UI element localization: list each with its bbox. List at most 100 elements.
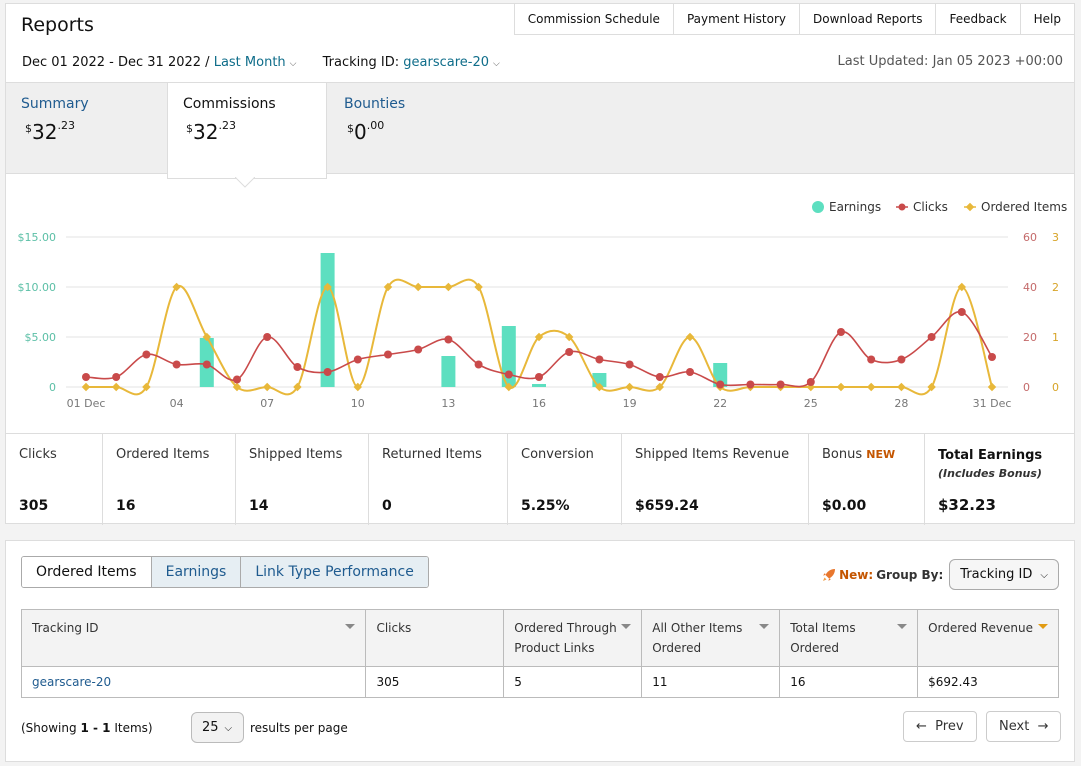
tab-commissions[interactable]: Commissions $32.23 bbox=[167, 83, 327, 179]
col-other-items[interactable]: All Other Items Ordered bbox=[641, 609, 781, 667]
legend-clicks: Clicks bbox=[913, 200, 948, 214]
payment-history-link[interactable]: Payment History bbox=[672, 4, 799, 35]
ordered-items-point bbox=[262, 382, 272, 392]
ordered-items-point bbox=[685, 332, 695, 342]
last-updated: Last Updated: Jan 05 2023 +00:00 bbox=[837, 54, 1063, 69]
ordered-items-point bbox=[81, 382, 91, 392]
y-clicks-tick: 40 bbox=[1023, 281, 1037, 294]
commission-schedule-link[interactable]: Commission Schedule bbox=[513, 4, 673, 35]
clicks-point bbox=[806, 378, 815, 386]
arrow-left-icon: ← bbox=[916, 719, 927, 734]
cell-ordered-revenue: $692.43 bbox=[917, 666, 1059, 698]
cell-ordered-through-links: 5 bbox=[503, 666, 643, 698]
clicks-point bbox=[867, 355, 876, 364]
y-clicks-tick: 60 bbox=[1023, 231, 1037, 244]
clicks-point bbox=[112, 373, 121, 381]
summary-tabs: Summary $32.23 Commissions $32.23 Bounti… bbox=[6, 82, 1074, 179]
ordered-items-point bbox=[987, 382, 997, 392]
tab-summary[interactable]: Summary $32.23 bbox=[6, 83, 167, 175]
clicks-point bbox=[233, 375, 241, 384]
reports-panel: Reports Commission Schedule Payment Hist… bbox=[5, 3, 1075, 525]
chevron-down-icon: ⌵ bbox=[224, 723, 233, 734]
tracking-id-selector[interactable]: Tracking ID: gearscare-20 ⌵ bbox=[323, 55, 500, 70]
clicks-point bbox=[897, 355, 906, 364]
stat-returned-items: Returned Items 0 bbox=[369, 434, 508, 525]
cell-tracking-id[interactable]: gearscare-20 bbox=[20, 666, 367, 698]
date-range-selector[interactable]: Dec 01 2022 - Dec 31 2022 / Last Month ⌵ bbox=[22, 55, 297, 70]
x-tick: 25 bbox=[804, 397, 818, 410]
ordered-items-table: Tracking ID Clicks Ordered Through Produ… bbox=[20, 609, 1059, 698]
x-tick: 16 bbox=[532, 397, 546, 410]
tracking-label: Tracking ID: bbox=[322, 55, 400, 70]
cell-other-items: 11 bbox=[641, 666, 781, 698]
clicks-point bbox=[988, 353, 996, 361]
tab-link-type-performance[interactable]: Link Type Performance bbox=[240, 557, 428, 587]
col-tracking-id[interactable]: Tracking ID bbox=[20, 609, 367, 667]
tab-amount: $32.23 bbox=[186, 119, 236, 144]
next-button[interactable]: Next → bbox=[986, 711, 1062, 742]
tab-label: Summary bbox=[21, 96, 89, 112]
clicks-point bbox=[957, 308, 966, 316]
clicks-point bbox=[776, 380, 785, 389]
clicks-point bbox=[142, 350, 151, 359]
group-by-label: Group By: bbox=[876, 567, 944, 582]
x-tick: 10 bbox=[351, 397, 365, 410]
per-page-select[interactable]: 25 ⌵ bbox=[191, 712, 244, 743]
clicks-point bbox=[474, 360, 483, 369]
stat-ordered-items: Ordered Items 16 bbox=[103, 434, 236, 525]
earnings-bars bbox=[199, 253, 728, 387]
x-tick: 31 Dec bbox=[973, 397, 1012, 410]
y-left-tick: $10.00 bbox=[18, 281, 57, 294]
arrow-right-icon: → bbox=[1037, 719, 1049, 734]
ordered-items-point bbox=[111, 382, 121, 392]
stat-shipped-items: Shipped Items 14 bbox=[236, 434, 369, 525]
clicks-point bbox=[927, 333, 936, 341]
clicks-point bbox=[172, 360, 181, 369]
col-clicks[interactable]: Clicks bbox=[365, 609, 505, 667]
clicks-point bbox=[837, 328, 845, 336]
cell-total-items: 16 bbox=[779, 666, 919, 698]
tab-earnings[interactable]: Earnings bbox=[150, 557, 241, 587]
x-tick: 04 bbox=[170, 397, 184, 410]
tab-label: Bounties bbox=[344, 96, 406, 112]
x-tick: 13 bbox=[441, 397, 455, 410]
earnings-bar bbox=[441, 356, 456, 387]
col-total-items[interactable]: Total Items Ordered bbox=[779, 609, 919, 667]
clicks-point bbox=[716, 380, 725, 389]
download-reports-link[interactable]: Download Reports bbox=[798, 4, 936, 35]
clicks-point bbox=[384, 350, 392, 359]
y-ordered-tick: 2 bbox=[1052, 281, 1059, 294]
tab-bounties[interactable]: Bounties $0.00 bbox=[328, 83, 488, 175]
col-ordered-revenue[interactable]: Ordered Revenue bbox=[917, 609, 1059, 667]
clicks-point bbox=[82, 373, 90, 381]
y-left-tick: $15.00 bbox=[18, 231, 57, 244]
col-ordered-through-links[interactable]: Ordered Through Product Links bbox=[503, 609, 643, 667]
tracking-value: gearscare-20 bbox=[403, 55, 490, 70]
help-link[interactable]: Help bbox=[1019, 4, 1074, 35]
active-tab-pointer bbox=[235, 177, 255, 188]
y-ordered-tick: 3 bbox=[1052, 231, 1059, 244]
new-badge: NEW bbox=[866, 448, 896, 461]
table-row: gearscare-20 305 5 11 16 $692.43 bbox=[20, 666, 1059, 698]
stat-total-earnings: Total Earnings (Includes Bonus) $32.23 bbox=[938, 448, 1043, 514]
feedback-link[interactable]: Feedback bbox=[935, 4, 1020, 35]
y-left-tick: $5.00 bbox=[25, 331, 57, 344]
chart-axes: $15.00$10.00$5.0006040200321001 Dec 04 07 1… bbox=[18, 231, 1060, 410]
stat-shipped-revenue: Shipped Items Revenue $659.24 bbox=[622, 434, 809, 525]
ordered-items-point bbox=[836, 382, 846, 392]
group-by: New: Group By: Tracking ID ⌵ bbox=[822, 559, 1059, 590]
group-by-select[interactable]: Tracking ID ⌵ bbox=[949, 559, 1059, 590]
clicks-point bbox=[595, 355, 604, 364]
chevron-down-icon: ⌵ bbox=[289, 59, 297, 69]
stat-clicks: Clicks 305 bbox=[6, 434, 103, 525]
sort-icon bbox=[897, 624, 908, 629]
tab-ordered-items[interactable]: Ordered Items bbox=[22, 557, 151, 587]
legend-earnings-marker bbox=[812, 201, 824, 213]
y-ordered-tick: 1 bbox=[1052, 331, 1059, 344]
x-tick: 22 bbox=[713, 397, 727, 410]
cell-clicks: 305 bbox=[365, 666, 505, 698]
prev-button[interactable]: ← Prev bbox=[903, 711, 977, 742]
rocket-icon bbox=[823, 568, 836, 581]
filter-row: Dec 01 2022 - Dec 31 2022 / Last Month ⌵ … bbox=[22, 55, 500, 70]
sort-icon bbox=[1038, 624, 1048, 629]
